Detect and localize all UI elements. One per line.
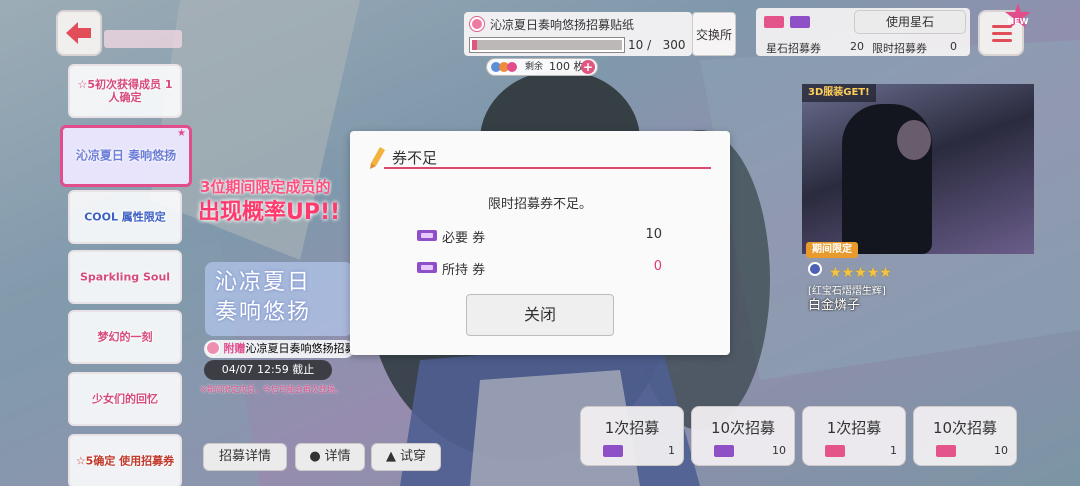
limited-ticket-label: 限时招募券 [872, 42, 927, 55]
sticker-progress-text: 10 / 300 [628, 38, 686, 52]
limited-note: ※期间限定成员，今后可能会再次登场。 [200, 385, 343, 394]
banner-item-dream-moment[interactable]: 梦幻的一刻 [68, 310, 182, 364]
gacha-label: 1次招募 [826, 419, 882, 437]
coin-icon [206, 341, 220, 355]
costume-tag: 3D服装GET! [802, 84, 876, 102]
add-remaining-button[interactable]: + [581, 60, 595, 74]
gift-info: 附赠沁凉夏日奏响悠扬招募贴 [204, 340, 354, 358]
gacha-detail-button[interactable]: 招募详情 [203, 443, 287, 471]
banner-label: 少女们的回忆 [92, 392, 158, 406]
star-ticket-icon [764, 16, 784, 28]
try-on-label: 试穿 [399, 449, 426, 464]
banner-item-summer-selected[interactable]: 沁凉夏日 奏响悠扬 ★ [60, 125, 192, 187]
banner-label: 梦幻的一刻 [97, 330, 153, 344]
banner-item-sparkling-soul[interactable]: Sparkling Soul [68, 250, 182, 304]
banner-label: ☆5初次获得成员 1人确定 [77, 78, 173, 104]
banner-item-star5-ticket[interactable]: ☆5确定 使用招募券 [68, 434, 182, 486]
banner-label: COOL 属性限定 [84, 210, 166, 224]
sticker-progress-fill [472, 40, 477, 50]
remaining-label: 剩余 [525, 62, 544, 72]
gacha-10x-button-a[interactable]: 10次招募 10 [691, 406, 795, 466]
ticket-icon [936, 445, 956, 457]
member-detail-button[interactable]: ● 详情 [295, 443, 365, 471]
star-ticket-count: 20 [850, 40, 864, 53]
close-button[interactable]: 关闭 [466, 294, 614, 336]
ticket-icon [417, 262, 437, 273]
banner-item-cool[interactable]: COOL 属性限定 [68, 190, 182, 244]
promo-line-2: 出现概率UP!! [198, 200, 341, 225]
ticket-icon [714, 445, 734, 457]
limited-badge: 期间限定 [806, 242, 858, 258]
banner-label: ☆5确定 使用招募券 [75, 454, 175, 468]
new-badge: NEW [1004, 2, 1032, 30]
required-value: 10 [645, 227, 662, 242]
back-button[interactable] [56, 10, 102, 56]
event-title: 沁凉夏日奏响悠扬招募贴纸 [490, 18, 635, 32]
insufficient-ticket-dialog: 券不足 限时招募券不足。 必要 券 10 所持 券 0 关闭 [350, 131, 730, 355]
gacha-label: 1次招募 [604, 419, 660, 437]
star-ticket-label: 星石招募券 [766, 42, 821, 55]
gacha-cost: 1 [890, 444, 897, 457]
arrow-left-icon [66, 22, 91, 44]
gacha-1x-button-a[interactable]: 1次招募 1 [580, 406, 684, 466]
deadline-badge: 04/07 12:59 截止 [204, 360, 332, 380]
costume-preview-card[interactable]: 3D服装GET! [802, 84, 1034, 254]
character-face [897, 120, 931, 160]
gacha-1x-button-b[interactable]: 1次招募 1 [802, 406, 906, 466]
event-logo: 沁凉夏日 奏响悠扬 [205, 262, 353, 336]
try-on-button[interactable]: ▲ 试穿 [371, 443, 441, 471]
gacha-detail-label: 招募详情 [218, 449, 271, 464]
gift-text: 沁凉夏日奏响悠扬招募贴 [245, 342, 355, 355]
remaining-value: 100 枚 [549, 60, 585, 73]
gift-prefix: 附赠 [223, 342, 246, 355]
event-sticker-progress: 沁凉夏日奏响悠扬招募贴纸 10 / 300 [464, 12, 692, 56]
person-icon: ● [309, 449, 321, 464]
remaining-icons [491, 62, 517, 78]
attribute-icon [808, 262, 822, 276]
banner-label: Sparkling Soul [79, 270, 171, 284]
gacha-label: 10次招募 [932, 419, 998, 437]
rarity-stars: ★★★★★ [829, 265, 892, 281]
ticket-icon [603, 445, 623, 457]
gacha-10x-button-b[interactable]: 10次招募 10 [913, 406, 1017, 466]
exchange-button[interactable]: 交换所 [692, 12, 736, 56]
gacha-cost: 10 [994, 444, 1008, 457]
ticket-icon [417, 230, 437, 241]
new-badge-text: NEW [1007, 17, 1029, 26]
banner-item-first-member[interactable]: ☆5初次获得成员 1人确定 [68, 64, 182, 118]
limited-ticket-count: 0 [950, 40, 957, 53]
banner-item-memories[interactable]: 少女们的回忆 [68, 372, 182, 426]
outfit-icon: ▲ [385, 449, 396, 464]
owned-label: 所持 券 [442, 263, 486, 278]
gacha-label: 10次招募 [710, 419, 776, 437]
dialog-title-underline [384, 167, 711, 169]
member-detail-label: 详情 [324, 449, 351, 464]
rarity-row: ★★★★★ [808, 262, 892, 281]
limited-ticket-icon [790, 16, 810, 28]
dialog-message: 限时招募券不足。 [487, 197, 592, 212]
dialog-title: 券不足 [392, 149, 438, 167]
member-name: 白金燐子 [808, 298, 861, 313]
banner-list-top-item[interactable] [104, 30, 182, 48]
use-star-stone-button[interactable]: 使用星石 [854, 10, 966, 34]
ticket-icon [825, 445, 845, 457]
event-logo-text: 沁凉夏日 奏响悠扬 [215, 270, 312, 325]
remaining-counter: 剩余 100 枚 + [486, 58, 598, 76]
gacha-cost: 1 [668, 444, 675, 457]
sticker-progress-bar [470, 38, 624, 52]
sticker-icon [470, 17, 484, 31]
pencil-icon [370, 147, 385, 169]
banner-label: 沁凉夏日 奏响悠扬 [75, 148, 177, 163]
star-icon: ★ [177, 128, 186, 139]
gacha-cost: 10 [772, 444, 786, 457]
required-label: 必要 券 [442, 231, 486, 246]
owned-value: 0 [653, 259, 662, 274]
